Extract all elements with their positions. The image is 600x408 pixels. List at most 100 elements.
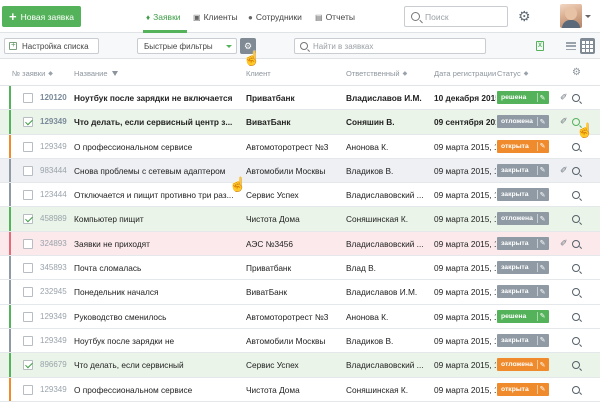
table-row[interactable]: 129349 О профессиональном сервисе Автомото… xyxy=(0,134,600,159)
request-name[interactable]: Ноутбук после зарядки не включается xyxy=(74,93,238,103)
edit-pencil-icon[interactable]: ✎ xyxy=(537,263,547,273)
edit-pencil-icon[interactable]: ✎ xyxy=(537,384,547,394)
view-details-zoom-icon[interactable] xyxy=(572,361,580,370)
column-header-responsible[interactable]: Ответственный ◆ xyxy=(346,69,407,78)
row-checkbox[interactable] xyxy=(23,384,33,395)
edit-pencil-icon[interactable]: ✎ xyxy=(537,165,547,175)
table-row[interactable]: 983444 Снова проблемы с сетевым адаптером… xyxy=(0,158,600,184)
view-details-zoom-icon[interactable] xyxy=(572,191,580,200)
nav-tab-clients[interactable]: ▣ Клиенты xyxy=(193,10,238,24)
nav-tab-reports[interactable]: ▤ Отчеты xyxy=(315,10,355,24)
column-header-date[interactable]: Дата регистрации xyxy=(434,69,496,78)
excel-export-icon[interactable]: X xyxy=(536,41,544,51)
table-row[interactable]: 129349 О профессиональном сервисе Чистота … xyxy=(0,377,600,402)
edit-pencil-icon[interactable]: ✎ xyxy=(537,93,547,102)
columns-gear-icon[interactable]: ⚙ xyxy=(572,67,581,78)
edit-pencil-icon[interactable]: ✎ xyxy=(537,287,547,297)
settings-gear-icon[interactable]: ⚙ xyxy=(518,8,531,25)
view-details-zoom-icon[interactable] xyxy=(572,166,580,175)
view-details-zoom-icon[interactable] xyxy=(572,142,580,151)
filter-funnel-icon[interactable] xyxy=(111,71,118,76)
edit-pencil-icon[interactable]: ✎ xyxy=(537,238,547,248)
row-checkbox[interactable] xyxy=(23,263,33,274)
request-name[interactable]: О профессиональном сервисе xyxy=(74,142,238,152)
requests-search-input[interactable]: Найти в заявках xyxy=(294,38,486,54)
request-name[interactable]: Ноутбук после зарядки не xyxy=(74,336,238,346)
view-details-zoom-icon[interactable] xyxy=(572,312,580,321)
row-checkbox[interactable] xyxy=(23,190,33,201)
status-badge[interactable]: закрыта ✎ xyxy=(497,285,549,299)
status-badge[interactable]: открыта ✎ xyxy=(497,139,549,153)
list-settings-button[interactable]: Настройка списка xyxy=(4,38,99,54)
table-row[interactable]: 232945 Понедельник начался ВиватБанк Владис… xyxy=(0,280,600,305)
request-name[interactable]: Компьютер пищит xyxy=(74,214,238,224)
table-row[interactable]: 123444 Отключается и пищит противно три р… xyxy=(0,183,600,208)
status-badge[interactable]: решена ✎ xyxy=(497,309,549,323)
row-checkbox[interactable] xyxy=(23,165,33,176)
edit-pencil-icon[interactable]: ✎ xyxy=(537,311,547,321)
request-name[interactable]: Снова проблемы с сетевым адаптером xyxy=(74,166,238,176)
table-row[interactable]: 324893 Заявки не приходят АЭС №3456 Владисл… xyxy=(0,231,600,257)
row-checkbox[interactable] xyxy=(23,238,33,249)
new-request-button[interactable]: + Новая заявка xyxy=(2,6,81,27)
edit-pencil-icon[interactable]: ✎ xyxy=(537,141,547,151)
column-header-number[interactable]: № заявки ◆ xyxy=(12,69,53,78)
table-row[interactable]: 345893 Почта сломалась Приватбанк Влад В. 09… xyxy=(0,256,600,281)
quick-filters-select[interactable]: Быстрые фильтры xyxy=(137,38,237,54)
row-checkbox[interactable] xyxy=(23,93,33,103)
status-badge[interactable]: отложена ✎ xyxy=(497,115,549,129)
chevron-down-icon[interactable] xyxy=(585,15,591,18)
status-badge[interactable]: закрыта ✎ xyxy=(497,236,549,250)
nav-tab-employees[interactable]: ● Сотрудники xyxy=(248,10,302,24)
request-name[interactable]: Что делать, если сервисный xyxy=(74,360,238,370)
row-checkbox[interactable] xyxy=(23,360,33,371)
table-row[interactable]: 458989 Компьютер пищит Чистота Дома Соняшин… xyxy=(0,207,600,232)
global-search-input[interactable]: Поиск xyxy=(404,6,508,27)
table-row[interactable]: 896679 Что делать, если сервисный Сервис У… xyxy=(0,353,600,378)
view-details-zoom-icon[interactable] xyxy=(572,264,580,273)
status-badge[interactable]: закрыта ✎ xyxy=(497,261,549,275)
view-details-zoom-icon[interactable] xyxy=(572,288,580,297)
view-details-zoom-icon[interactable] xyxy=(572,215,580,224)
row-checkbox[interactable] xyxy=(23,311,33,322)
row-checkbox[interactable] xyxy=(23,335,33,346)
column-header-status[interactable]: Статус ◆ xyxy=(497,69,528,78)
user-avatar[interactable] xyxy=(560,4,582,28)
attachment-clip-icon[interactable]: ✐ xyxy=(560,238,568,249)
edit-pencil-icon[interactable]: ✎ xyxy=(537,335,547,345)
status-badge[interactable]: закрыта ✎ xyxy=(497,163,549,177)
column-header-client[interactable]: Клиент xyxy=(246,69,271,78)
request-name[interactable]: Почта сломалась xyxy=(74,263,238,273)
attachment-clip-icon[interactable]: ✐ xyxy=(560,165,568,176)
request-name[interactable]: О профессиональном сервисе xyxy=(74,385,238,395)
status-badge[interactable]: открыта ✎ xyxy=(497,382,549,396)
column-header-name[interactable]: Название xyxy=(74,69,118,78)
request-name[interactable]: Руководство сменилось xyxy=(74,312,238,322)
row-checkbox[interactable] xyxy=(23,117,33,128)
request-name[interactable]: Что делать, если сервисный центр з... xyxy=(74,117,238,127)
attachment-clip-icon[interactable]: ✐ xyxy=(560,116,568,127)
attachment-clip-icon[interactable]: ✐ xyxy=(560,92,568,103)
request-name[interactable]: Заявки не приходят xyxy=(74,239,238,249)
grid-view-icon[interactable] xyxy=(580,38,595,54)
status-badge[interactable]: отложена ✎ xyxy=(497,358,549,372)
view-details-zoom-icon[interactable] xyxy=(572,94,580,102)
status-badge[interactable]: решена ✎ xyxy=(497,91,549,104)
row-checkbox[interactable] xyxy=(23,141,33,152)
table-row[interactable]: 129349 Руководство сменилось Автомоторотре… xyxy=(0,304,600,329)
edit-pencil-icon[interactable]: ✎ xyxy=(537,214,547,224)
list-view-icon[interactable] xyxy=(566,40,576,52)
edit-pencil-icon[interactable]: ✎ xyxy=(537,190,547,200)
status-badge[interactable]: закрыта ✎ xyxy=(497,188,549,202)
status-badge[interactable]: отложена ✎ xyxy=(497,212,549,226)
view-details-zoom-icon[interactable] xyxy=(572,336,580,345)
table-row[interactable]: 129349 Что делать, если сервисный центр з… xyxy=(0,110,600,135)
view-details-zoom-icon[interactable] xyxy=(572,239,580,248)
request-name[interactable]: Понедельник начался xyxy=(74,287,238,297)
table-row[interactable]: 120120 Ноутбук после зарядки не включаетс… xyxy=(0,86,600,111)
edit-pencil-icon[interactable]: ✎ xyxy=(537,117,547,127)
row-checkbox[interactable] xyxy=(23,287,33,298)
nav-tab-requests[interactable]: ♦ Заявки xyxy=(146,10,181,24)
request-name[interactable]: Отключается и пищит противно три раз... xyxy=(74,190,238,200)
edit-pencil-icon[interactable]: ✎ xyxy=(537,360,547,370)
